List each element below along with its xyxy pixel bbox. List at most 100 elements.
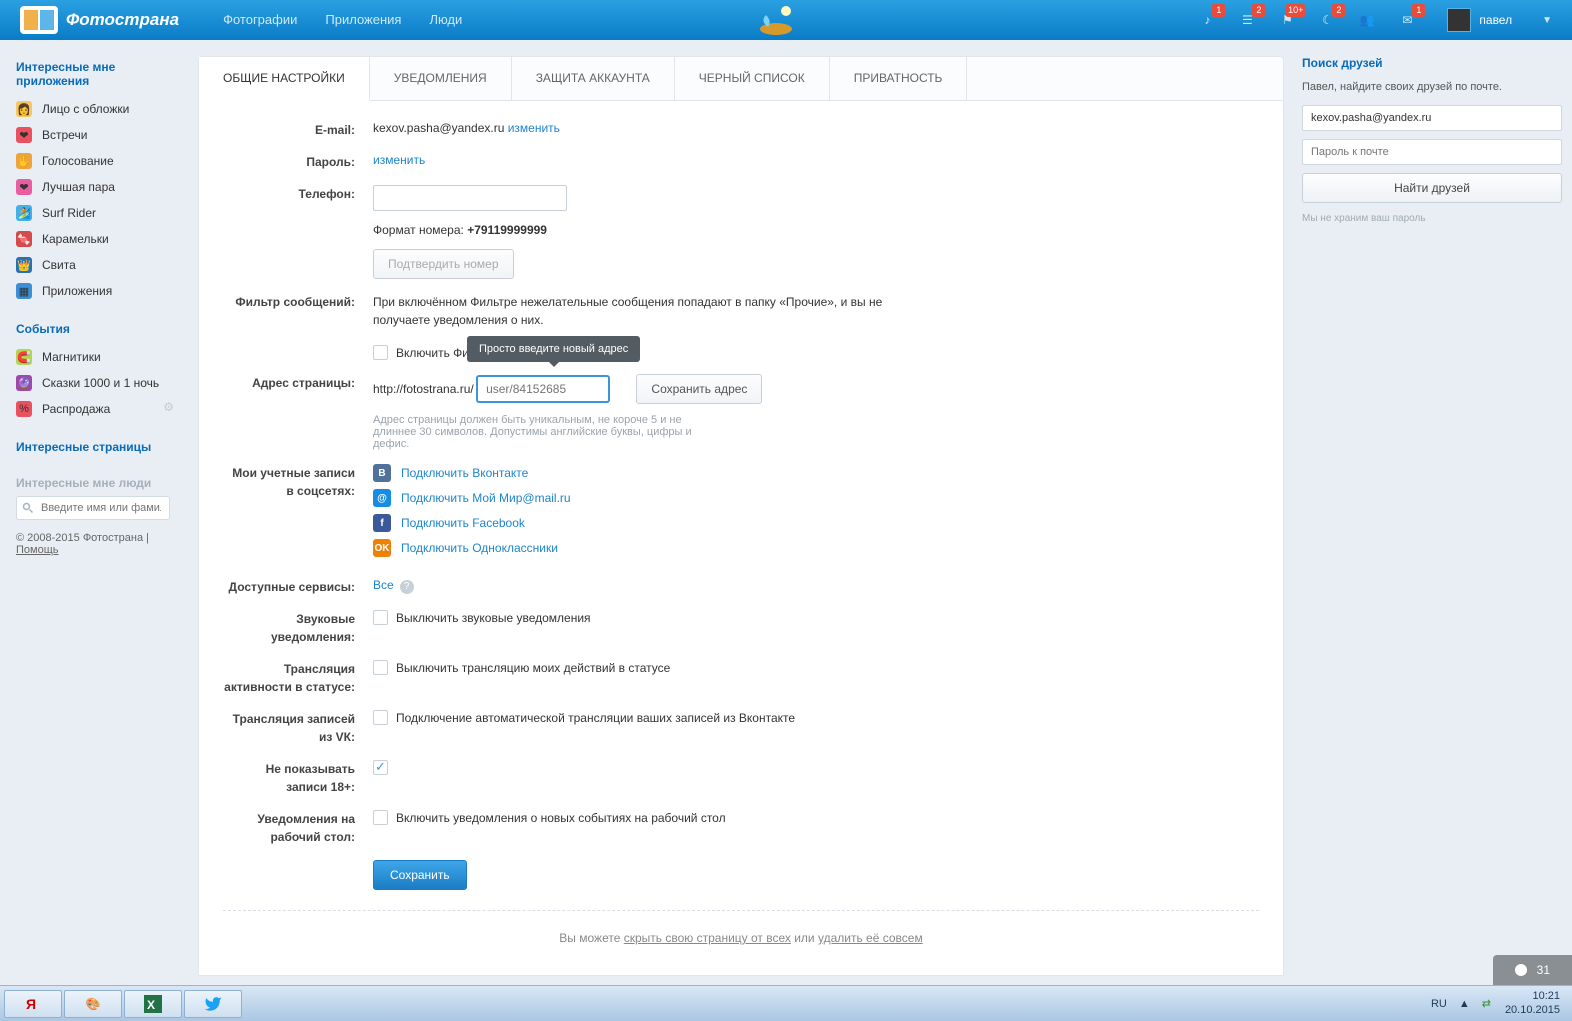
app-icon: 🍬 [16, 231, 32, 247]
tab-privacy[interactable]: ПРИВАТНОСТЬ [830, 57, 968, 100]
sidebar-item[interactable]: ❤Лучшая пара [6, 174, 180, 200]
sidebar-item[interactable]: %Распродажа⚙ [6, 396, 180, 422]
help-link[interactable]: Помощь [16, 544, 59, 556]
label-sound: Звуковые уведомления: [223, 610, 373, 646]
label-hide18: Не показывать записи 18+: [223, 760, 373, 796]
feed-icon[interactable]: ☰2 [1233, 6, 1261, 34]
app-icon: % [16, 401, 32, 417]
username: павел [1479, 13, 1512, 27]
sidebar-item[interactable]: 🏄Surf Rider [6, 200, 180, 226]
app-icon: 🔮 [16, 375, 32, 391]
notif-area: ♪1 ☰2 ⚑10+ ☾2 👥 ✉1 [1187, 6, 1427, 34]
tab-security[interactable]: ЗАЩИТА АККАУНТА [512, 57, 675, 100]
tray-lang[interactable]: RU [1431, 998, 1447, 1010]
nav-apps[interactable]: Приложения [311, 0, 415, 40]
services-all-link[interactable]: Все [373, 578, 394, 592]
avatar [1447, 8, 1471, 32]
tray-flag-icon[interactable]: ▲ [1459, 998, 1470, 1010]
connect-mm-link[interactable]: Подключить Мой Мир@mail.ru [401, 491, 571, 505]
vk-checkbox[interactable] [373, 710, 388, 725]
save-address-button[interactable]: Сохранить адрес [636, 374, 762, 404]
desktop-checkbox[interactable] [373, 810, 388, 825]
side-title-events: События [6, 318, 180, 344]
taskbar-twitter[interactable] [184, 990, 242, 1018]
tab-general[interactable]: ОБЩИЕ НАСТРОЙКИ [199, 57, 370, 101]
sidebar-right: Поиск друзей Павел, найдите своих друзей… [1302, 56, 1562, 976]
find-friends-button[interactable]: Найти друзей [1302, 173, 1562, 203]
svg-text:Я: Я [26, 996, 36, 1012]
badge: 2 [1252, 4, 1265, 17]
friends-icon[interactable]: 👥 [1353, 6, 1381, 34]
activity-checkbox[interactable] [373, 660, 388, 675]
settings-card: E-mail: kexov.pasha@yandex.ru изменить П… [198, 101, 1284, 976]
bottom-notif-pill[interactable]: 31 [1493, 955, 1572, 985]
change-password-link[interactable]: изменить [373, 153, 425, 167]
gift-icon[interactable]: ⚑10+ [1273, 6, 1301, 34]
music-icon[interactable]: ♪1 [1193, 6, 1221, 34]
address-tooltip: Просто введите новый адрес [467, 336, 640, 362]
url-hint: Адрес страницы должен быть уникальным, н… [373, 414, 703, 450]
hide-page-link[interactable]: скрыть свою страницу от всех [624, 931, 791, 945]
ok-icon: OK [373, 539, 391, 557]
tray-network-icon[interactable]: ⇄ [1482, 997, 1491, 1010]
sidebar-item[interactable]: 🧲Магнитики [6, 344, 180, 370]
taskbar-paint[interactable]: 🎨 [64, 990, 122, 1018]
sidebar-item[interactable]: 🍬Карамельки [6, 226, 180, 252]
app-icon: ▦ [16, 283, 32, 299]
vk-icon: В [373, 464, 391, 482]
label-filter: Фильтр сообщений: [223, 293, 373, 311]
tab-notifications[interactable]: УВЕДОМЛЕНИЯ [370, 57, 512, 100]
sound-checkbox[interactable] [373, 610, 388, 625]
caret-down-icon: ▼ [1542, 15, 1552, 26]
phone-input[interactable] [373, 185, 567, 211]
friend-password-input[interactable] [1302, 139, 1562, 165]
friend-email-input[interactable] [1302, 105, 1562, 131]
taskbar-yandex[interactable]: Я [4, 990, 62, 1018]
delete-page-link[interactable]: удалить её совсем [818, 931, 923, 945]
people-search-input[interactable] [16, 496, 170, 520]
sidebar-item[interactable]: ❤Встречи [6, 122, 180, 148]
sidebar-item[interactable]: 👩Лицо с обложки [6, 96, 180, 122]
sidebar-item[interactable]: ▦Приложения [6, 278, 180, 304]
app-icon: ❤ [16, 179, 32, 195]
save-button[interactable]: Сохранить [373, 860, 467, 890]
connect-fb-link[interactable]: Подключить Facebook [401, 516, 525, 530]
info-icon[interactable]: ? [400, 580, 414, 594]
change-email-link[interactable]: изменить [508, 121, 560, 135]
logo[interactable]: Фотострана [20, 6, 179, 34]
sidebar-item[interactable]: 🔮Сказки 1000 и 1 ночь [6, 370, 180, 396]
sidebar-footer: © 2008-2015 Фотострана | Помощь [6, 520, 180, 568]
tab-blacklist[interactable]: ЧЕРНЫЙ СПИСОК [675, 57, 830, 100]
lamp-icon[interactable] [756, 2, 816, 38]
hide18-checkbox[interactable] [373, 760, 388, 775]
user-menu[interactable]: павел ▼ [1447, 8, 1552, 32]
badge: 2 [1332, 4, 1345, 17]
nav-photos[interactable]: Фотографии [209, 0, 311, 40]
label-email: E-mail: [223, 121, 373, 139]
rside-note: Мы не храним ваш пароль [1302, 213, 1562, 224]
filter-checkbox[interactable] [373, 345, 388, 360]
settings-tabs: ОБЩИЕ НАСТРОЙКИ УВЕДОМЛЕНИЯ ЗАЩИТА АККАУ… [198, 56, 1284, 101]
white-dot-icon [1515, 964, 1527, 976]
page-url-input[interactable] [477, 376, 609, 402]
sidebar-item[interactable]: ✋Голосование [6, 148, 180, 174]
mailru-icon: @ [373, 489, 391, 507]
svg-text:X: X [147, 998, 155, 1012]
label-password: Пароль: [223, 153, 373, 171]
side-title-pages[interactable]: Интересные страницы [6, 436, 180, 462]
tray-clock[interactable]: 10:21 20.10.2015 [1505, 990, 1560, 1016]
phone-format: +79119999999 [467, 223, 547, 237]
connect-vk-link[interactable]: Подключить Вконтакте [401, 466, 528, 480]
sidebar-item[interactable]: 👑Свита [6, 252, 180, 278]
confirm-phone-button[interactable]: Подтвердить номер [373, 249, 514, 279]
hide-page-text: Вы можете скрыть свою страницу от всех и… [223, 931, 1259, 945]
gear-icon[interactable]: ⚙ [163, 400, 174, 414]
nav-people[interactable]: Люди [415, 0, 476, 40]
app-icon: 👑 [16, 257, 32, 273]
moon-icon[interactable]: ☾2 [1313, 6, 1341, 34]
url-prefix: http://fotostrana.ru/ [373, 382, 474, 396]
sidebar-left: Интересные мне приложения 👩Лицо с обложк… [6, 56, 180, 976]
taskbar-excel[interactable]: X [124, 990, 182, 1018]
connect-ok-link[interactable]: Подключить Одноклассники [401, 541, 558, 555]
mail-icon[interactable]: ✉1 [1393, 6, 1421, 34]
